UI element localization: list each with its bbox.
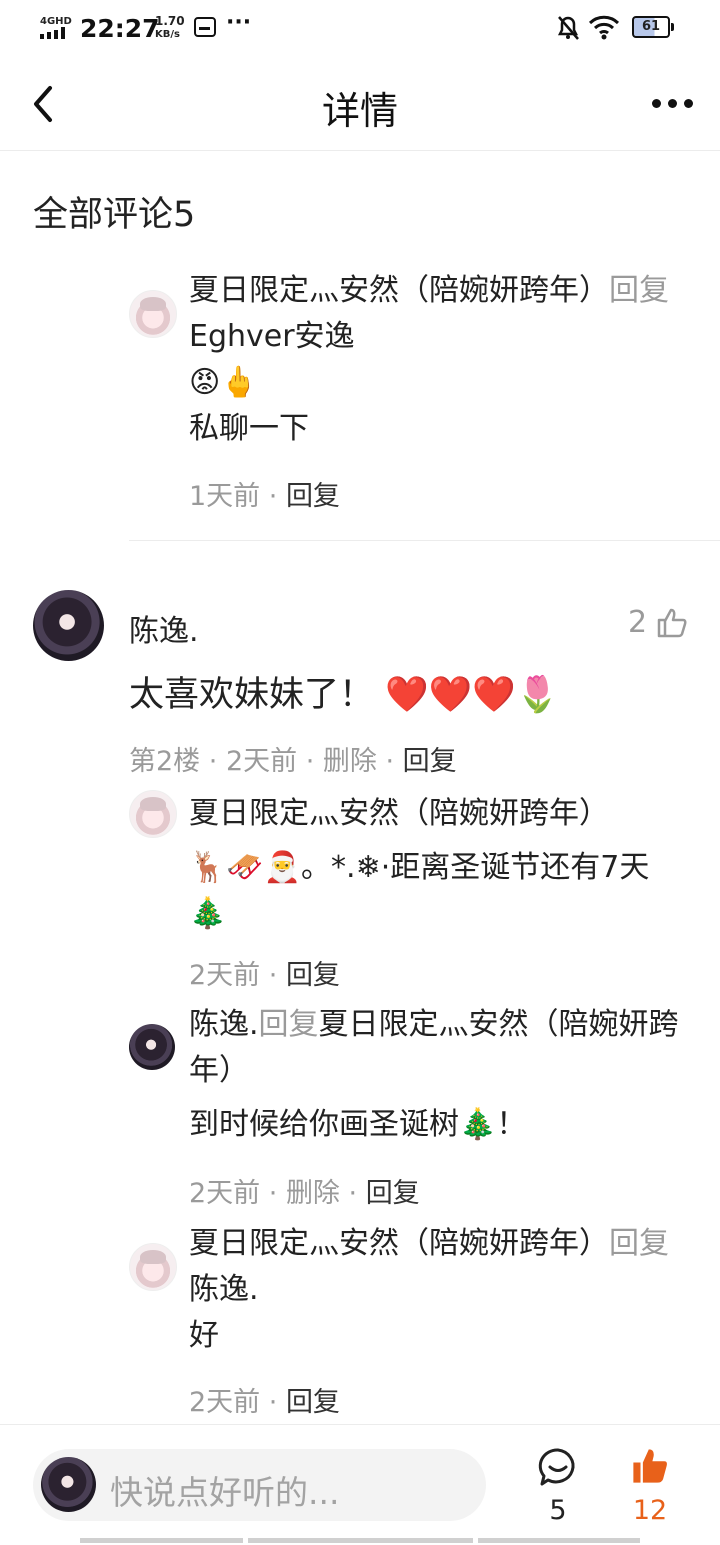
reply-word: 回复 (258, 1007, 319, 1042)
reply-word: 回复 (609, 1226, 669, 1261)
reply-word: 回复 (609, 273, 669, 308)
battery-icon: 61 (632, 16, 674, 38)
comment-input[interactable]: 快说点好听的... (33, 1449, 486, 1521)
reply-body[interactable]: 陈逸.回复夏日限定灬安然（陪婉妍跨年） 到时候给你画圣诞树🎄！ (189, 1002, 679, 1148)
divider (129, 540, 720, 541)
delete-button[interactable]: 删除 (323, 746, 377, 777)
battery-level: 61 (641, 19, 661, 34)
reply-header: 夏日限定灬安然（陪婉妍跨年）回复陈逸. (189, 1221, 679, 1313)
avatar (41, 1457, 96, 1512)
avatar[interactable] (129, 1024, 175, 1070)
reply-meta: 1天前 · 回复 (189, 481, 340, 512)
reply-target[interactable]: Eghver安逸 (189, 319, 355, 354)
bottom-bar: 快说点好听的... 5 12 (0, 1424, 720, 1545)
reply-time: 2天前 (189, 960, 261, 991)
mute-icon (556, 14, 580, 46)
reply-meta: 2天前 · 回复 (189, 1387, 340, 1418)
reply-body[interactable]: 夏日限定灬安然（陪婉妍跨年）回复 Eghver安逸 😡🖕 私聊一下 (189, 268, 679, 452)
reply-target[interactable]: 陈逸. (189, 1272, 259, 1307)
reply-emoji: 😡🖕 (189, 365, 258, 400)
clock: 22:27 (80, 14, 160, 43)
avatar[interactable] (129, 290, 177, 338)
reply-text: 🦌🛷🎅。*.❄·距离圣诞节还有7天🎄 (189, 850, 650, 931)
reply-button[interactable]: 回复 (286, 960, 340, 991)
reply-time: 2天前 (189, 1387, 261, 1418)
nav-bar: 详情 (0, 58, 720, 151)
reply-header: 夏日限定灬安然（陪婉妍跨年）回复 Eghver安逸 (189, 268, 679, 360)
like-count: 2 (628, 605, 648, 640)
more-notifications: ··· (226, 10, 252, 35)
reply-author[interactable]: 夏日限定灬安然（陪婉妍跨年） (189, 791, 679, 837)
reply-text: 私聊一下 (189, 411, 309, 446)
network-label: 4GHD (40, 16, 72, 27)
reply-meta: 2天前 · 删除 · 回复 (189, 1178, 420, 1209)
input-placeholder: 快说点好听的... (110, 1473, 340, 1512)
comments-header: 全部评论5 (33, 195, 196, 235)
reply-body[interactable]: 夏日限定灬安然（陪婉妍跨年） 🦌🛷🎅。*.❄·距离圣诞节还有7天🎄 (189, 791, 679, 937)
nav-gesture-bar (80, 1538, 640, 1544)
reply-button[interactable]: 回复 (366, 1178, 420, 1209)
reply-button[interactable]: 回复 (286, 1387, 340, 1418)
floor-label: 第2楼 (129, 746, 201, 777)
net-speed: 1.70 KB/s (155, 14, 185, 41)
wifi-icon (588, 14, 620, 44)
comment-count: 5 (549, 1495, 567, 1526)
reply-author[interactable]: 陈逸. (189, 1007, 259, 1042)
reply-text: 好 (189, 1318, 219, 1353)
reply-meta: 2天前 · 回复 (189, 960, 340, 991)
sd-card-icon (194, 17, 216, 37)
reply-body[interactable]: 夏日限定灬安然（陪婉妍跨年）回复陈逸. 好 (189, 1221, 679, 1359)
reply-header: 陈逸.回复夏日限定灬安然（陪婉妍跨年） (189, 1002, 679, 1094)
signal-icon (40, 27, 70, 39)
comment-meta: 第2楼 · 2天前 · 删除 · 回复 (129, 746, 457, 777)
thumbs-up-icon (656, 607, 688, 643)
reply-text: 到时候给你画圣诞树🎄！ (189, 1107, 527, 1142)
page-title: 详情 (321, 89, 398, 133)
status-bar: 4GHD 22:27 1.70 KB/s ··· 61 (0, 0, 720, 58)
like-count: 12 (632, 1495, 668, 1526)
reply-author[interactable]: 夏日限定灬安然（陪婉妍跨年） (189, 273, 609, 308)
reply-time: 1天前 (189, 481, 261, 512)
thumbs-up-filled-icon (631, 1447, 669, 1489)
delete-button[interactable]: 删除 (286, 1178, 340, 1209)
reply-button[interactable]: 回复 (403, 746, 457, 777)
avatar[interactable] (129, 1243, 177, 1291)
like-button[interactable]: 12 (622, 1445, 678, 1527)
avatar[interactable] (33, 590, 104, 661)
more-icon[interactable] (648, 96, 698, 112)
comment-bubble-icon (538, 1447, 578, 1491)
comment-time: 2天前 (225, 746, 298, 777)
reply-author[interactable]: 夏日限定灬安然（陪婉妍跨年） (189, 1226, 609, 1261)
avatar[interactable] (129, 790, 177, 838)
comment-author[interactable]: 陈逸. (129, 606, 199, 650)
comment-text: 太喜欢妹妹了！ ❤️❤️❤️🌷 (129, 675, 560, 715)
comment-button[interactable]: 5 (530, 1447, 586, 1527)
reply-button[interactable]: 回复 (286, 481, 340, 512)
reply-time: 2天前 (189, 1178, 261, 1209)
